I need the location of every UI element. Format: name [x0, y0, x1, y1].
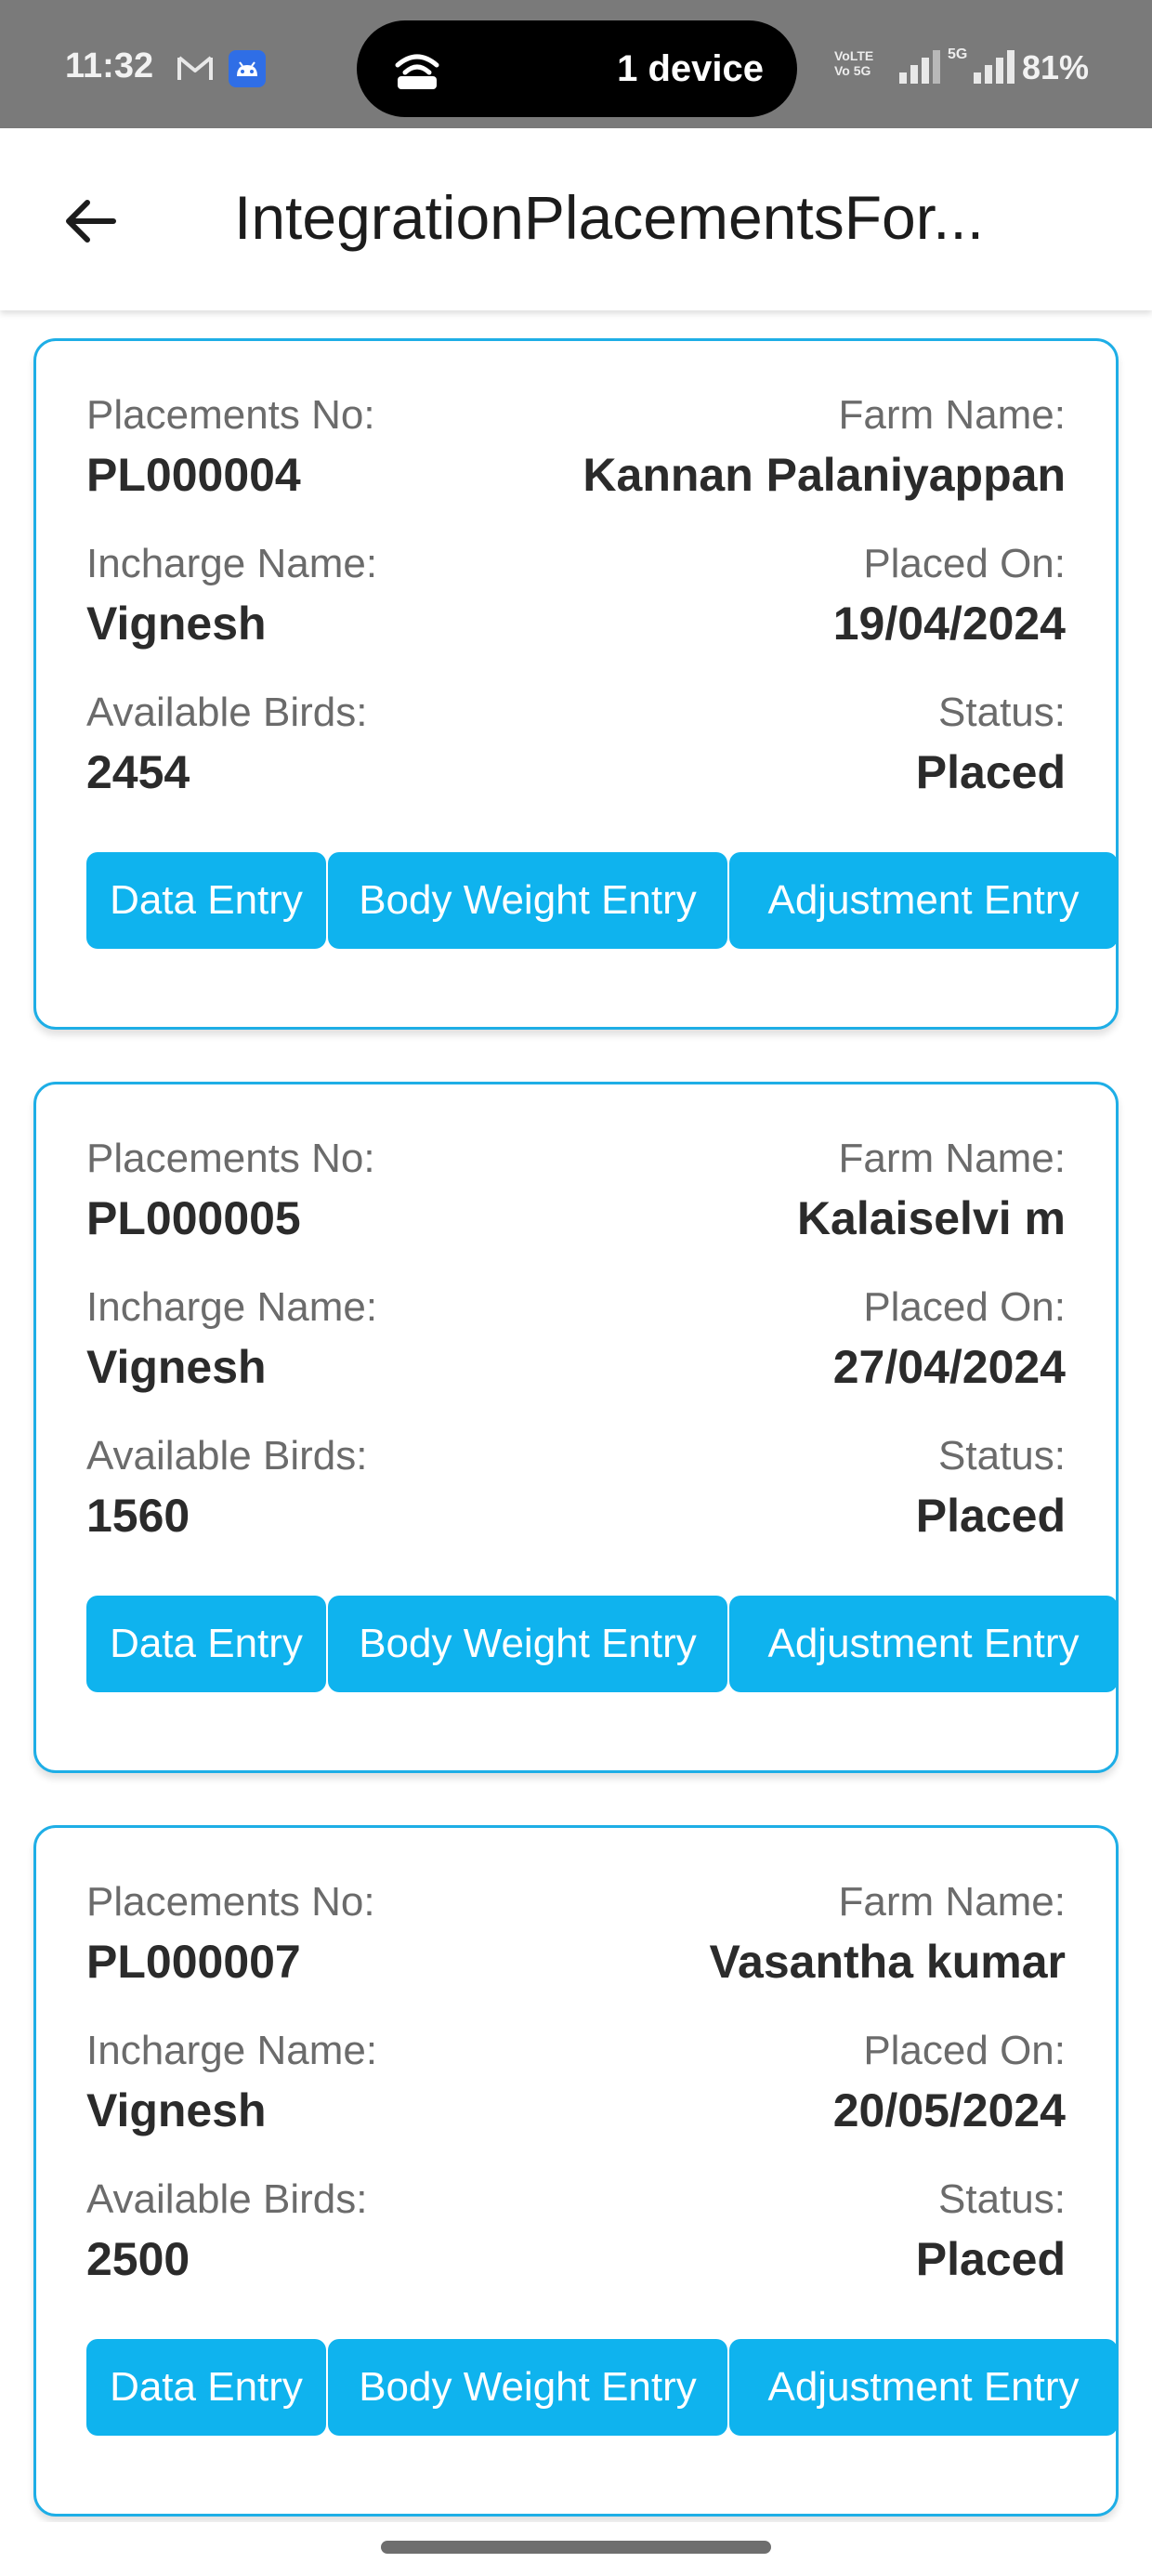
volte-line2: Vo 5G — [834, 63, 871, 78]
farm-name-field: Farm Name: Kalaiselvi m — [797, 1135, 1066, 1246]
incharge-name-field: Incharge Name: Vignesh — [86, 540, 377, 651]
available-birds-field: Available Birds: 2500 — [86, 2175, 367, 2287]
status-field: Status: Placed — [916, 1432, 1066, 1544]
farm-name-field: Farm Name: Vasantha kumar — [709, 1878, 1066, 1990]
hotspot-icon — [395, 54, 439, 89]
adjustment-entry-button[interactable]: Adjustment Entry — [729, 1596, 1118, 1692]
placement-no-field: Placements No: PL000007 — [86, 1878, 375, 1990]
placement-no-field: Placements No: PL000004 — [86, 391, 375, 503]
placed-on-label: Placed On: — [863, 541, 1066, 586]
battery-level: 81% — [1022, 48, 1090, 86]
page-title: IntegrationPlacementsFor... — [234, 183, 985, 252]
status-field: Status: Placed — [916, 689, 1066, 800]
farm-name-value: Vasantha kumar — [709, 1936, 1066, 1988]
available-birds-value: 1560 — [86, 1490, 190, 1542]
available-birds-field: Available Birds: 1560 — [86, 1432, 367, 1544]
incharge-name-value: Vignesh — [86, 598, 267, 650]
available-birds-field: Available Birds: 2454 — [86, 689, 367, 800]
body-weight-entry-button[interactable]: Body Weight Entry — [328, 852, 727, 949]
status-value: Placed — [915, 2233, 1066, 2285]
volte-indicator: VoLTE Vo 5G — [834, 48, 873, 78]
placement-no-value: PL000004 — [86, 449, 301, 501]
card-actions: Data Entry Body Weight Entry Adjustment … — [86, 1596, 1123, 1692]
available-birds-value: 2454 — [86, 746, 190, 798]
placement-card: Placements No: PL000007 Farm Name: Vasan… — [33, 1825, 1119, 2517]
farm-name-label: Farm Name: — [838, 392, 1066, 438]
status-value: Placed — [915, 746, 1066, 798]
body-weight-entry-button[interactable]: Body Weight Entry — [328, 1596, 727, 1692]
app-bar: IntegrationPlacementsFor... — [0, 128, 1152, 310]
incharge-name-label: Incharge Name: — [86, 2028, 378, 2073]
incharge-name-value: Vignesh — [86, 1341, 267, 1393]
home-indicator[interactable] — [381, 2541, 771, 2554]
placement-no-label: Placements No: — [86, 392, 375, 438]
placement-card: Placements No: PL000005 Farm Name: Kalai… — [33, 1082, 1119, 1773]
data-entry-button[interactable]: Data Entry — [86, 1596, 326, 1692]
arrow-left-icon — [66, 200, 116, 243]
placed-on-field: Placed On: 27/04/2024 — [833, 1283, 1066, 1395]
status-field: Status: Placed — [916, 2175, 1066, 2287]
placed-on-value: 20/05/2024 — [832, 2084, 1066, 2136]
adjustment-entry-button[interactable]: Adjustment Entry — [729, 852, 1118, 949]
status-label: Status: — [938, 1433, 1066, 1479]
status-label: Status: — [938, 690, 1066, 735]
farm-name-label: Farm Name: — [838, 1136, 1066, 1181]
placed-on-field: Placed On: 19/04/2024 — [833, 540, 1066, 651]
navigation-bar — [0, 2522, 1152, 2576]
status-label: Status: — [938, 2176, 1066, 2222]
farm-name-value: Kannan Palaniyappan — [583, 449, 1066, 501]
status-bar: 11:32 1 device VoLTE Vo 5G 5G 81% — [0, 0, 1152, 128]
placed-on-value: 27/04/2024 — [832, 1341, 1066, 1393]
hotspot-device-count: 1 device — [617, 48, 764, 89]
placed-on-label: Placed On: — [863, 2028, 1066, 2073]
body-weight-entry-button[interactable]: Body Weight Entry — [328, 2339, 727, 2436]
android-icon — [229, 50, 266, 87]
available-birds-label: Available Birds: — [86, 1433, 368, 1479]
placed-on-field: Placed On: 20/05/2024 — [833, 2027, 1066, 2138]
gmail-icon — [177, 56, 213, 80]
placement-no-value: PL000007 — [86, 1936, 301, 1988]
placed-on-label: Placed On: — [863, 1284, 1066, 1330]
card-actions: Data Entry Body Weight Entry Adjustment … — [86, 2339, 1123, 2436]
placement-no-label: Placements No: — [86, 1879, 375, 1925]
placement-no-value: PL000005 — [86, 1192, 301, 1244]
placement-no-label: Placements No: — [86, 1136, 375, 1181]
incharge-name-value: Vignesh — [86, 2084, 267, 2136]
data-entry-button[interactable]: Data Entry — [86, 852, 326, 949]
farm-name-field: Farm Name: Kannan Palaniyappan — [583, 391, 1066, 503]
incharge-name-label: Incharge Name: — [86, 1284, 378, 1330]
status-time: 11:32 — [65, 46, 154, 85]
hotspot-pill[interactable]: 1 device — [357, 20, 797, 117]
network-type: 5G — [948, 46, 968, 62]
incharge-name-field: Incharge Name: Vignesh — [86, 2027, 377, 2138]
back-button[interactable] — [52, 184, 126, 258]
incharge-name-label: Incharge Name: — [86, 541, 378, 586]
available-birds-label: Available Birds: — [86, 690, 368, 735]
available-birds-value: 2500 — [86, 2233, 190, 2285]
farm-name-label: Farm Name: — [838, 1879, 1066, 1925]
available-birds-label: Available Birds: — [86, 2176, 368, 2222]
signal-icon — [899, 50, 940, 84]
placement-no-field: Placements No: PL000005 — [86, 1135, 375, 1246]
placement-card: Placements No: PL000004 Farm Name: Kanna… — [33, 338, 1119, 1030]
placed-on-value: 19/04/2024 — [832, 598, 1066, 650]
card-actions: Data Entry Body Weight Entry Adjustment … — [86, 852, 1123, 949]
adjustment-entry-button[interactable]: Adjustment Entry — [729, 2339, 1118, 2436]
data-entry-button[interactable]: Data Entry — [86, 2339, 326, 2436]
status-value: Placed — [915, 1490, 1066, 1542]
incharge-name-field: Incharge Name: Vignesh — [86, 1283, 377, 1395]
volte-line1: VoLTE — [834, 48, 874, 63]
signal-icon-secondary — [974, 50, 1015, 84]
farm-name-value: Kalaiselvi m — [796, 1192, 1066, 1244]
placement-list[interactable]: Placements No: PL000004 Farm Name: Kanna… — [0, 310, 1152, 2522]
